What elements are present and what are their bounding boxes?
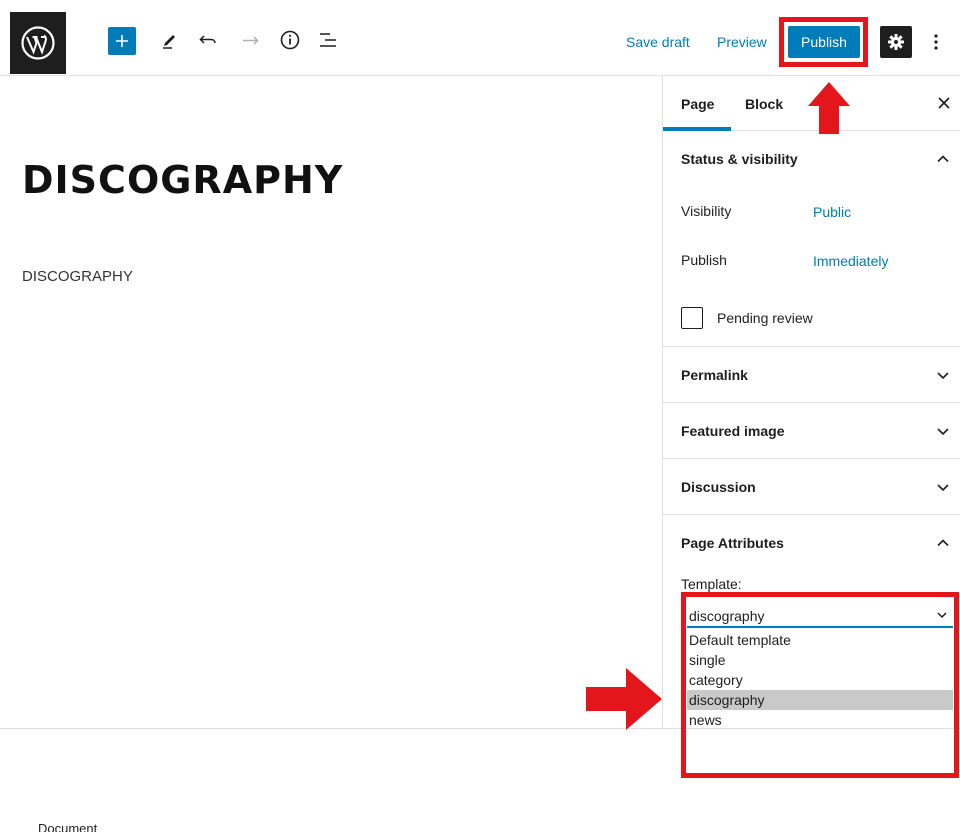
chevron-down-icon xyxy=(937,372,949,380)
pending-review-checkbox[interactable] xyxy=(681,307,703,329)
panel-title: Featured image xyxy=(681,423,785,439)
publish-label: Publish xyxy=(681,252,727,268)
publish-highlight-box xyxy=(779,17,868,67)
redo-icon xyxy=(243,36,259,45)
settings-button[interactable] xyxy=(880,26,912,58)
publish-date-button[interactable]: Immediately xyxy=(813,253,888,269)
editor-canvas: DISCOGRAPHY DISCOGRAPHY xyxy=(0,76,662,728)
visibility-value-button[interactable]: Public xyxy=(813,204,851,220)
template-label: Template: xyxy=(681,576,742,592)
status-visibility-body: Visibility Public Publish Immediately Pe… xyxy=(663,187,960,347)
list-view-button[interactable] xyxy=(316,28,340,52)
chevron-up-icon xyxy=(937,155,949,163)
panel-page-attributes[interactable]: Page Attributes xyxy=(663,515,960,571)
wordpress-logo-icon[interactable] xyxy=(10,12,66,74)
undo-button[interactable] xyxy=(196,28,220,52)
pending-review-label[interactable]: Pending review xyxy=(717,310,813,326)
redo-button[interactable] xyxy=(238,28,262,52)
panel-title: Page Attributes xyxy=(681,535,784,551)
right-arrow-icon xyxy=(586,668,662,730)
chevron-up-icon xyxy=(937,539,949,547)
save-draft-button[interactable]: Save draft xyxy=(626,34,690,50)
template-highlight-box xyxy=(681,592,959,778)
close-icon xyxy=(938,97,950,109)
chevron-down-icon xyxy=(937,428,949,436)
plus-icon xyxy=(116,35,128,47)
list-view-icon xyxy=(320,33,336,47)
info-icon xyxy=(280,30,300,50)
breadcrumb-document[interactable]: Document xyxy=(38,821,97,832)
tab-block[interactable]: Block xyxy=(745,96,783,112)
panel-title: Permalink xyxy=(681,367,748,383)
tools-button[interactable] xyxy=(158,28,182,52)
panel-title: Discussion xyxy=(681,479,756,495)
panel-status-visibility[interactable]: Status & visibility xyxy=(663,131,960,187)
visibility-label: Visibility xyxy=(681,203,732,219)
options-menu-button[interactable] xyxy=(926,30,946,54)
paragraph-block[interactable]: DISCOGRAPHY xyxy=(22,268,133,285)
details-button[interactable] xyxy=(278,28,302,52)
chevron-down-icon xyxy=(937,484,949,492)
vertical-ellipsis-icon xyxy=(934,34,938,50)
add-block-button[interactable] xyxy=(108,27,136,55)
tab-page[interactable]: Page xyxy=(681,96,714,112)
wordpress-icon xyxy=(21,26,55,60)
pencil-icon xyxy=(163,35,175,49)
up-arrow-icon xyxy=(808,82,850,134)
panel-featured-image[interactable]: Featured image xyxy=(663,403,960,459)
undo-icon xyxy=(199,35,216,44)
preview-button[interactable]: Preview xyxy=(717,34,767,50)
gear-icon xyxy=(888,34,904,50)
panel-discussion[interactable]: Discussion xyxy=(663,459,960,515)
close-sidebar-button[interactable] xyxy=(935,93,953,113)
page-title[interactable]: DISCOGRAPHY xyxy=(22,158,343,202)
panel-title: Status & visibility xyxy=(681,151,798,167)
panel-permalink[interactable]: Permalink xyxy=(663,347,960,403)
